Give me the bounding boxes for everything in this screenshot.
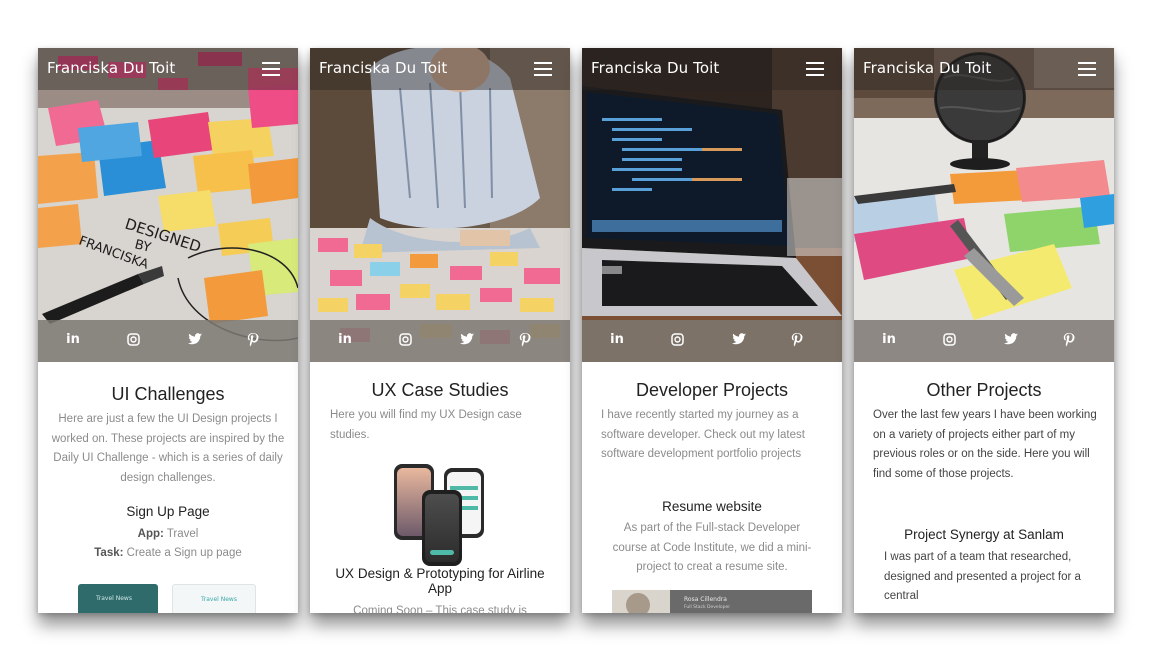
hero-image-globe-notes xyxy=(854,48,1114,362)
card-title: Developer Projects xyxy=(635,380,789,400)
app-value: Travel xyxy=(166,528,199,540)
preview-screen-left[interactable]: Travel News xyxy=(78,584,158,613)
project-task-line: Task: Create a Sign up page xyxy=(38,544,298,564)
project-title: Project Synergy at Sanlam xyxy=(904,527,1064,542)
top-nav-bar: Franciska Du Toit xyxy=(38,48,298,90)
phone-mockup-image[interactable] xyxy=(392,462,488,566)
phone-card-ui-challenges: DESIGNED BY FRANCISKA Franciska Du Toit … xyxy=(38,48,298,613)
instagram-icon[interactable] xyxy=(122,329,144,351)
hero-image-laptop xyxy=(582,48,842,362)
twitter-icon[interactable] xyxy=(1000,329,1022,351)
card-title: UX Case Studies xyxy=(371,380,509,400)
social-links-bar: in xyxy=(38,320,298,362)
preview-screen-right[interactable]: Travel News xyxy=(172,584,256,613)
instagram-icon[interactable] xyxy=(666,329,688,351)
project-text: As part of the Full-stack Developer cour… xyxy=(612,522,812,573)
hamburger-menu-icon[interactable] xyxy=(534,62,552,76)
linkedin-icon[interactable]: in xyxy=(62,329,84,351)
top-nav-bar: Franciska Du Toit xyxy=(582,48,842,90)
twitter-icon[interactable] xyxy=(184,329,206,351)
linkedin-icon[interactable]: in xyxy=(334,329,356,351)
instagram-icon[interactable] xyxy=(938,329,960,351)
project-teaser: Coming Soon – This case study is xyxy=(353,605,527,613)
pinterest-icon[interactable] xyxy=(242,329,264,351)
preview-right-title: Travel News xyxy=(201,596,237,603)
hero-image-workshop xyxy=(310,48,570,362)
project-text: I was part of a team that researched, de… xyxy=(884,551,1081,602)
hero-image-sticky-notes: DESIGNED BY FRANCISKA xyxy=(38,48,298,362)
phone-card-other-projects: Franciska Du Toit in Other Projects Over… xyxy=(854,48,1114,613)
brand-name[interactable]: Franciska Du Toit xyxy=(47,59,175,77)
brand-name[interactable]: Franciska Du Toit xyxy=(863,59,991,77)
card-description: Here are just a few the UI Design projec… xyxy=(51,413,285,484)
resume-preview-image[interactable]: Rosa Cillendra Full Stack Developer xyxy=(612,590,812,613)
preview-name: Rosa Cillendra xyxy=(684,596,727,603)
pinterest-icon[interactable] xyxy=(1058,329,1080,351)
top-nav-bar: Franciska Du Toit xyxy=(310,48,570,90)
card-title: Other Projects xyxy=(926,380,1042,400)
twitter-icon[interactable] xyxy=(728,329,750,351)
preview-left-title: Travel News xyxy=(96,595,132,602)
brand-name[interactable]: Franciska Du Toit xyxy=(319,59,447,77)
phone-card-developer-projects: Franciska Du Toit in Developer Projects … xyxy=(582,48,842,613)
twitter-icon[interactable] xyxy=(456,329,478,351)
social-links-bar: in xyxy=(582,320,842,362)
pinterest-icon[interactable] xyxy=(786,329,808,351)
card-title: UI Challenges xyxy=(111,384,225,404)
project-title: UX Design & Prototyping for Airline App xyxy=(335,566,545,596)
instagram-icon[interactable] xyxy=(394,329,416,351)
card-description: Here you will find my UX Design case stu… xyxy=(330,409,522,441)
linkedin-icon[interactable]: in xyxy=(878,329,900,351)
app-label: App: xyxy=(137,528,164,540)
project-app-line: App: Travel xyxy=(38,525,298,545)
preview-role: Full Stack Developer xyxy=(684,605,731,610)
pinterest-icon[interactable] xyxy=(514,329,536,351)
phone-card-ux-case-studies: Franciska Du Toit in UX Case Studies Her… xyxy=(310,48,570,613)
card-description: Over the last few years I have been work… xyxy=(873,409,1097,480)
social-links-bar: in xyxy=(310,320,570,362)
project-title: Resume website xyxy=(662,499,762,514)
card-description: I have recently started my journey as a … xyxy=(601,409,805,460)
social-links-bar: in xyxy=(854,320,1114,362)
top-nav-bar: Franciska Du Toit xyxy=(854,48,1114,90)
task-label: Task: xyxy=(94,547,124,559)
hamburger-menu-icon[interactable] xyxy=(262,62,280,76)
task-value: Create a Sign up page xyxy=(126,547,242,559)
linkedin-icon[interactable]: in xyxy=(606,329,628,351)
hamburger-menu-icon[interactable] xyxy=(806,62,824,76)
hamburger-menu-icon[interactable] xyxy=(1078,62,1096,76)
project-title: Sign Up Page xyxy=(126,504,210,519)
brand-name[interactable]: Franciska Du Toit xyxy=(591,59,719,77)
